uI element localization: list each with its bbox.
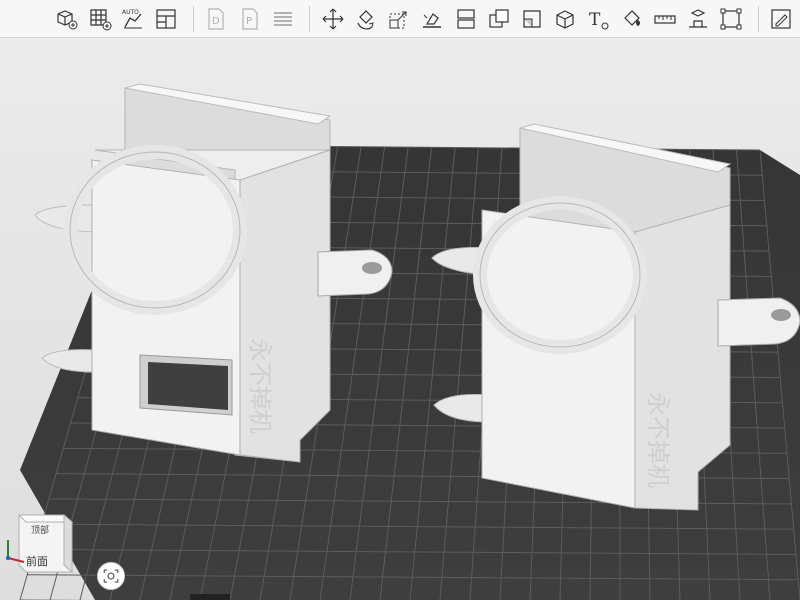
paint-button[interactable] (617, 4, 646, 34)
support-icon (688, 8, 707, 28)
toolbar-separator (757, 5, 759, 32)
rotate-button[interactable] (351, 4, 380, 34)
bounding-box-button[interactable] (717, 4, 746, 34)
measure-icon (654, 14, 676, 24)
list-button[interactable] (268, 4, 297, 34)
rotate-icon (357, 9, 374, 29)
document-p-icon: P (241, 7, 258, 30)
lay-flat-button[interactable] (418, 4, 447, 34)
layout-panel-icon (156, 8, 176, 29)
support-button[interactable] (683, 4, 712, 34)
auto-layout-button[interactable]: AUTO (118, 4, 147, 34)
add-object-icon (56, 9, 78, 29)
left-model-engraving: 永不掉机 (246, 338, 274, 434)
d-label: D (212, 16, 220, 27)
document-p-button[interactable]: P (235, 4, 264, 34)
lay-flat-icon (423, 12, 442, 28)
layout-panel-button[interactable] (152, 4, 181, 34)
edit-icon (771, 8, 791, 29)
right-model-engraving: 永不掉机 (644, 392, 672, 488)
boolean-icon (489, 8, 509, 28)
t-label: T (589, 10, 601, 30)
document-d-icon: D (208, 7, 224, 30)
viewport-3d[interactable]: 永不掉机 永不掉机 (0, 38, 800, 600)
list-icon (273, 11, 292, 26)
split-icon (456, 8, 475, 29)
toolbar-separator (192, 5, 194, 32)
auto-label: AUTO (122, 9, 139, 16)
text-icon: T (589, 10, 609, 30)
move-button[interactable] (318, 4, 347, 34)
text-button[interactable]: T (584, 4, 613, 34)
view-reset-button[interactable] (97, 562, 125, 590)
paint-icon (623, 9, 640, 26)
plate-edge-marker (190, 594, 230, 600)
scale-button[interactable] (385, 4, 414, 34)
bounding-box-icon (720, 8, 742, 29)
boolean-button[interactable] (484, 4, 513, 34)
view-cube-top-label: 顶部 (31, 526, 50, 536)
grid-add-button[interactable] (85, 4, 114, 34)
move-icon (322, 8, 344, 29)
add-object-button[interactable] (52, 4, 81, 34)
grid-add-icon (90, 8, 112, 30)
scale-icon (389, 11, 407, 28)
view-cube-icon (6, 513, 74, 574)
split-button[interactable] (451, 4, 480, 34)
cut-icon (523, 9, 541, 28)
cut-button[interactable] (517, 4, 546, 34)
toolbar-separator (309, 5, 311, 32)
view-cube[interactable]: 顶部 前面 (4, 510, 74, 580)
edit-button[interactable] (767, 4, 796, 34)
measure-button[interactable] (650, 4, 679, 34)
cube-button[interactable] (551, 4, 580, 34)
cube-icon (556, 9, 574, 29)
camera-icon (103, 569, 119, 583)
view-cube-front-label: 前面 (26, 555, 48, 568)
p-label: P (246, 16, 252, 27)
document-d-button[interactable]: D (202, 4, 231, 34)
main-toolbar: AUTO D P T (0, 0, 800, 38)
auto-layout-icon: AUTO (122, 9, 142, 28)
